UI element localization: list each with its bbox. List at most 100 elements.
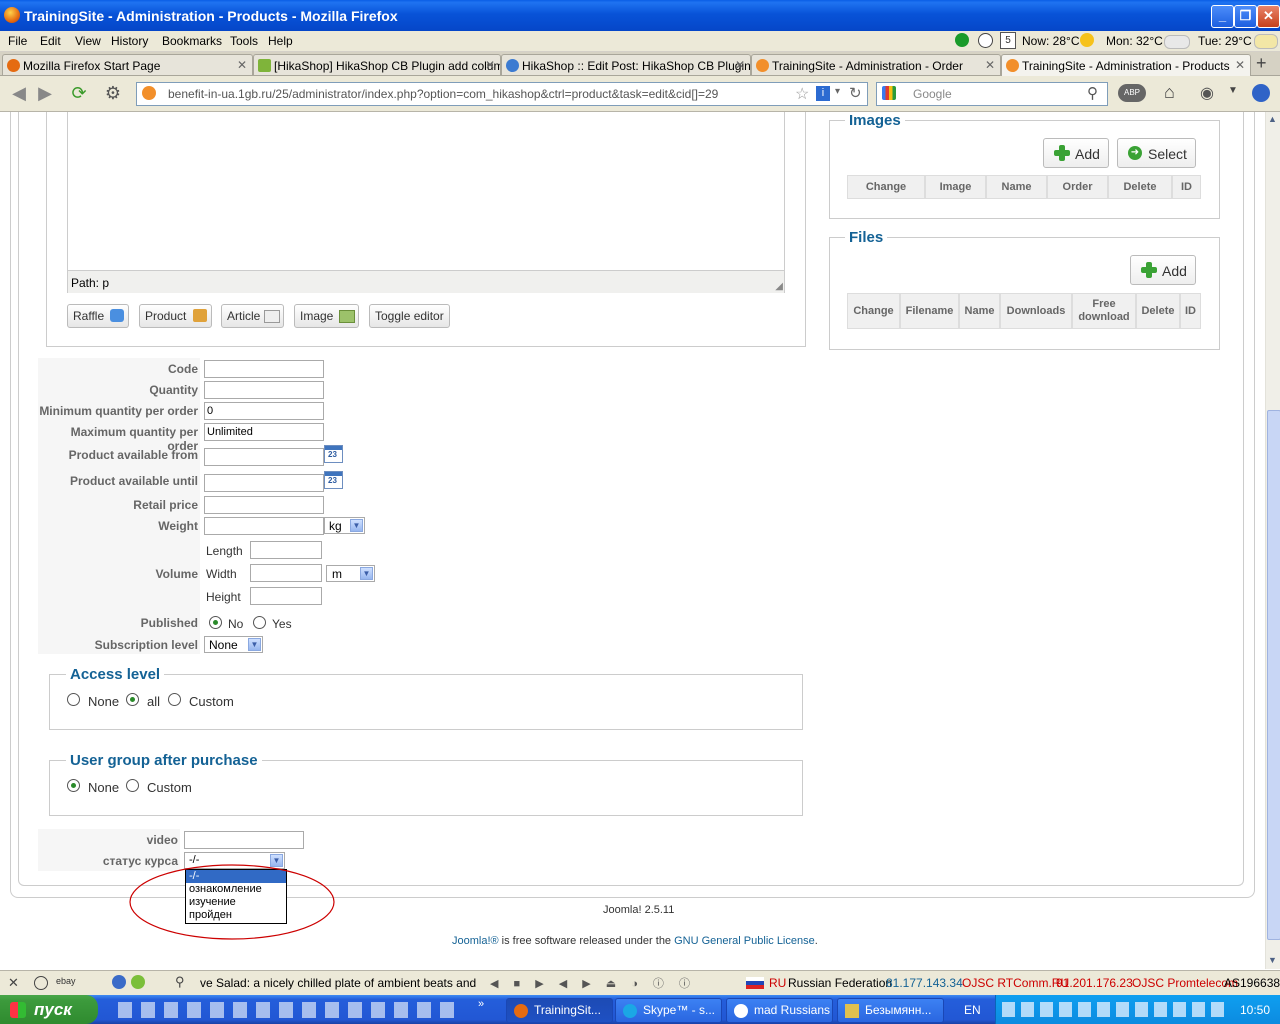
tab-hikashop-forum[interactable]: [HikaShop] HikaShop CB Plugin add colum.…: [253, 54, 501, 75]
ebay-addon[interactable]: ebay: [56, 976, 76, 986]
close-tab-icon[interactable]: ✕: [1235, 58, 1245, 72]
close-window-button[interactable]: ✕: [1257, 5, 1280, 28]
image-button[interactable]: Image: [294, 304, 359, 328]
images-add-button[interactable]: Add: [1043, 138, 1109, 168]
refresh-addon-icon[interactable]: ⟳: [68, 82, 90, 104]
scroll-up-icon[interactable]: ▲: [1268, 114, 1277, 124]
max-quantity-input[interactable]: [204, 423, 324, 441]
menu-help[interactable]: Help: [268, 34, 293, 48]
task-untitled[interactable]: Безымянн...: [837, 998, 944, 1023]
coin-icon[interactable]: [131, 975, 145, 989]
min-quantity-input[interactable]: [204, 402, 324, 420]
weight-input[interactable]: [204, 517, 324, 535]
history-clock-icon[interactable]: [34, 976, 48, 990]
menu-bookmarks[interactable]: Bookmarks: [162, 34, 222, 48]
search-bar[interactable]: Google ⚲: [876, 82, 1108, 106]
calendar-icon[interactable]: 5: [1000, 32, 1016, 49]
height-input[interactable]: [250, 587, 322, 605]
subscription-level-select[interactable]: None ▼: [204, 636, 263, 653]
url-text[interactable]: benefit-in-ua.1gb.ru/25/administrator/in…: [168, 87, 718, 101]
player-controls[interactable]: ◀ ■ ▶ ◀ ▶ ⏏ ◑ ⓘ ⓘ: [490, 975, 720, 990]
menu-history[interactable]: History: [111, 34, 148, 48]
back-button[interactable]: ◀: [8, 82, 30, 104]
weather-tue[interactable]: Tue: 29°C: [1198, 34, 1252, 48]
access-all-radio[interactable]: [126, 693, 139, 706]
system-clock[interactable]: 10:50: [1240, 1003, 1270, 1017]
maximize-button[interactable]: ❐: [1234, 5, 1257, 28]
toggle-editor-button[interactable]: Toggle editor: [369, 304, 450, 328]
eye-addon-icon[interactable]: ◉: [1200, 83, 1214, 103]
weather-now[interactable]: Now: 28°C: [1022, 34, 1080, 48]
gnu-license-link[interactable]: GNU General Public License: [674, 935, 815, 947]
close-addon-bar-icon[interactable]: ✕: [8, 975, 19, 991]
length-input[interactable]: [250, 541, 322, 559]
task-mad-russians[interactable]: mad Russians: [726, 998, 833, 1023]
window-titlebar[interactable]: TrainingSite - Administration - Products…: [0, 0, 1280, 31]
addon-icon[interactable]: ⚙: [102, 82, 124, 104]
quicklaunch-more-icon[interactable]: »: [478, 998, 484, 1010]
close-tab-icon[interactable]: ✕: [485, 58, 495, 72]
user-group-custom-radio[interactable]: [126, 779, 139, 792]
globe-icon[interactable]: [112, 975, 126, 989]
adblock-icon[interactable]: ABP: [1118, 84, 1146, 102]
weather-mon[interactable]: Mon: 32°C: [1106, 34, 1163, 48]
quantity-input[interactable]: [204, 381, 324, 399]
tab-order[interactable]: TrainingSite - Administration - Order ✕: [751, 54, 1001, 75]
available-until-input[interactable]: [204, 474, 324, 492]
menu-file[interactable]: File: [8, 34, 27, 48]
code-input[interactable]: [204, 360, 324, 378]
close-tab-icon[interactable]: ✕: [237, 58, 247, 72]
page-scrollbar[interactable]: ▲ ▼: [1265, 112, 1280, 969]
tab-hikashop-edit-post[interactable]: HikaShop :: Edit Post: HikaShop CB Plugi…: [501, 54, 751, 75]
access-none-radio[interactable]: [67, 693, 80, 706]
start-button[interactable]: пуск: [0, 995, 98, 1024]
calendar-until-icon[interactable]: 23: [324, 471, 343, 489]
product-button[interactable]: Product: [139, 304, 212, 328]
tab-products[interactable]: TrainingSite - Administration - Products…: [1001, 54, 1251, 77]
raffle-button[interactable]: Raffle: [67, 304, 129, 328]
reload-icon[interactable]: ↻: [849, 84, 862, 102]
url-bar[interactable]: benefit-in-ua.1gb.ru/25/administrator/in…: [136, 82, 868, 106]
published-no-radio[interactable]: [209, 616, 222, 629]
status-green-icon[interactable]: [955, 33, 969, 47]
access-custom-radio[interactable]: [168, 693, 181, 706]
volume-unit-select[interactable]: m ▼: [326, 565, 375, 582]
quicklaunch-icons[interactable]: [118, 1002, 458, 1018]
scroll-down-icon[interactable]: ▼: [1268, 955, 1277, 965]
published-yes-radio[interactable]: [253, 616, 266, 629]
forward-button[interactable]: ▶: [34, 82, 56, 104]
images-select-button[interactable]: ➜ Select: [1117, 138, 1196, 168]
menu-dropdown-icon[interactable]: ▼: [1228, 85, 1238, 96]
menu-edit[interactable]: Edit: [40, 34, 61, 48]
bookmark-star-icon[interactable]: ☆: [795, 84, 809, 104]
editor-area[interactable]: Path: p ◢: [67, 112, 785, 293]
url-dropdown-icon[interactable]: ▾: [835, 86, 840, 97]
tray-icons[interactable]: [1002, 1002, 1230, 1017]
retail-price-input[interactable]: [204, 496, 324, 514]
joomla-link[interactable]: Joomla!®: [452, 935, 499, 947]
article-button[interactable]: Article: [221, 304, 284, 328]
close-tab-icon[interactable]: ✕: [985, 58, 995, 72]
menu-tools[interactable]: Tools: [230, 34, 258, 48]
tab-firefox-start[interactable]: Mozilla Firefox Start Page ✕: [2, 54, 253, 75]
new-tab-button[interactable]: +: [1256, 53, 1267, 74]
menu-view[interactable]: View: [75, 34, 101, 48]
task-skype[interactable]: Skype™ - s...: [615, 998, 722, 1023]
available-from-input[interactable]: [204, 448, 324, 466]
radio-ticker[interactable]: ve Salad: a nicely chilled plate of ambi…: [200, 976, 476, 990]
clock-icon[interactable]: [978, 33, 993, 48]
search-icon[interactable]: ⚲: [1087, 84, 1098, 102]
files-add-button[interactable]: Add: [1130, 255, 1196, 285]
home-icon[interactable]: ⌂: [1164, 82, 1175, 103]
resize-handle-icon[interactable]: ◢: [775, 281, 783, 292]
minimize-button[interactable]: _: [1211, 5, 1234, 28]
info-icon[interactable]: i: [816, 86, 830, 101]
calendar-from-icon[interactable]: 23: [324, 445, 343, 463]
weight-unit-select[interactable]: kg ▼: [324, 517, 365, 534]
video-input[interactable]: [184, 831, 304, 849]
user-group-none-radio[interactable]: [67, 779, 80, 792]
language-indicator[interactable]: EN: [964, 1003, 981, 1017]
width-input[interactable]: [250, 564, 322, 582]
task-firefox[interactable]: TrainingSit...: [506, 998, 613, 1023]
close-tab-icon[interactable]: ✕: [735, 58, 745, 72]
